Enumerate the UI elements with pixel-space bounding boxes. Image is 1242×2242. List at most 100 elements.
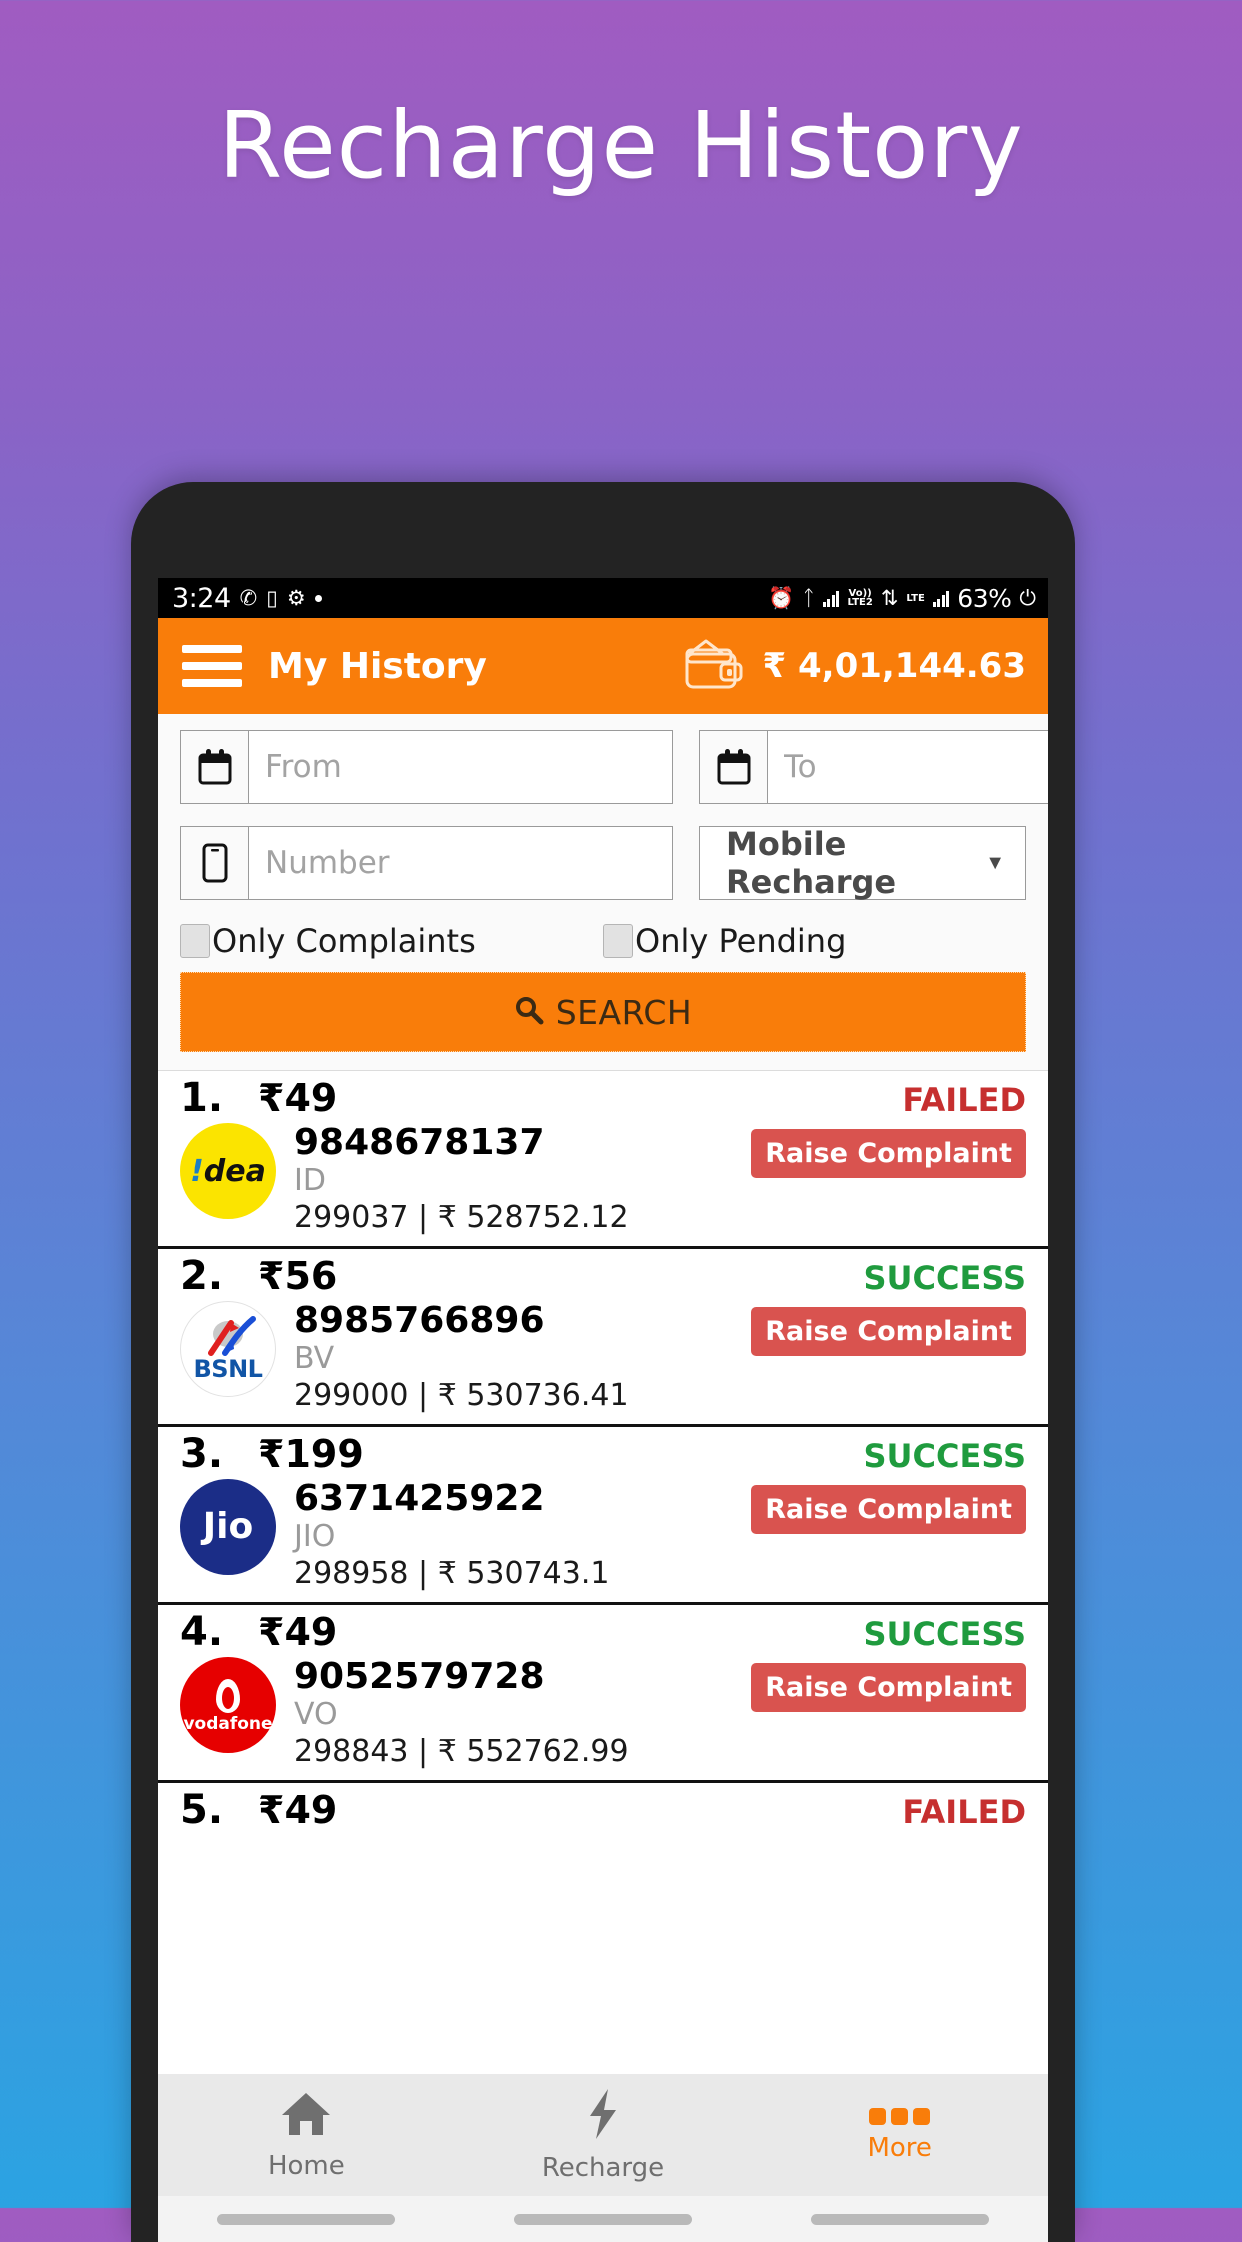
from-date-field[interactable] [180, 730, 673, 804]
row-index: 1. [180, 1075, 224, 1121]
wallet-icon [683, 638, 745, 695]
transaction-reference: 299037 | ₹ 528752.12 [294, 1199, 629, 1235]
alarm-icon: ⏰ [768, 585, 795, 610]
vodafone-logo-text: vodafone [183, 1714, 273, 1735]
nav-label-recharge: Recharge [541, 2152, 665, 2183]
home-icon [280, 2090, 332, 2143]
whatsapp-icon: ✆ [239, 585, 258, 610]
checkbox-box[interactable] [180, 924, 210, 958]
system-home-button[interactable] [455, 2213, 752, 2225]
wallet-balance-area[interactable]: ₹ 4,01,144.63 [683, 638, 1027, 695]
nav-item-more[interactable]: More [751, 2107, 1048, 2163]
status-bar-right: ⏰ ᛏ Vo)) LTE2 ⇅ LTE 63% ⏻ [768, 584, 1036, 613]
raise-complaint-button[interactable]: Raise Complaint [751, 1484, 1026, 1534]
checkbox-row: Only Complaints Only Pending [180, 922, 1026, 960]
date-filter-row [180, 730, 1048, 804]
transaction-body: ! dea 9848678137 ID 299037 | ₹ 528752.12 … [180, 1122, 1026, 1236]
status-badge: FAILED [902, 1081, 1026, 1119]
transaction-number: 6371425922 [294, 1477, 545, 1519]
table-row[interactable]: 4. ₹49 SUCCESS vodafone 9052579728 VO 29… [158, 1605, 1048, 1783]
transaction-info: 9848678137 ID 299037 | ₹ 528752.12 [294, 1122, 751, 1236]
number-field[interactable] [180, 826, 673, 900]
transaction-number: 9052579728 [294, 1655, 545, 1697]
transaction-amount: ₹49 [258, 1787, 338, 1832]
vodafone-logo: vodafone [180, 1656, 276, 1753]
do-not-disturb-icon: ⚙ [286, 585, 306, 610]
transaction-amount: ₹49 [258, 1609, 338, 1654]
data-arrows-icon: ⇅ [880, 585, 899, 610]
mobile-phone-icon [181, 827, 249, 899]
lte-icon: LTE [906, 593, 924, 603]
nav-label-more: More [867, 2132, 932, 2163]
filter-panel: Mobile Recharge ▼ Only Complaints Only P… [158, 714, 1048, 1071]
transaction-info: 8985766896 BV 299000 | ₹ 530736.41 [294, 1299, 751, 1414]
transaction-body: vodafone 9052579728 VO 298843 | ₹ 552762… [180, 1655, 1026, 1770]
transaction-body: Jio 6371425922 JIO 298958 | ₹ 530743.1 R… [180, 1477, 1026, 1592]
status-badge: FAILED [902, 1792, 1026, 1831]
battery-percent: 63% [957, 583, 1012, 613]
raise-complaint-button[interactable]: Raise Complaint [751, 1662, 1026, 1712]
system-back-button[interactable] [158, 2213, 455, 2225]
phone-device-frame: 3:24 ✆ ▯ ⚙ ⏰ ᛏ Vo)) LTE2 ⇅ LTE 63% ⏻ My … [131, 482, 1075, 2242]
service-type-select[interactable]: Mobile Recharge ▼ [699, 825, 1026, 901]
android-status-bar: 3:24 ✆ ▯ ⚙ ⏰ ᛏ Vo)) LTE2 ⇅ LTE 63% ⏻ [158, 578, 1048, 618]
signal-lte2-icon [822, 590, 840, 607]
number-input[interactable] [249, 827, 672, 899]
transaction-header: 2. ₹56 SUCCESS [180, 1253, 1026, 1299]
transaction-number: 8985766896 [294, 1299, 545, 1341]
system-navigation-bar [158, 2196, 1048, 2242]
transaction-header: 1. ₹49 FAILED [180, 1075, 1026, 1121]
from-date-input[interactable] [249, 731, 672, 803]
status-badge: SUCCESS [863, 1258, 1026, 1297]
bsnl-logo-text: BSNL [193, 1354, 263, 1383]
status-badge: SUCCESS [863, 1436, 1026, 1475]
status-badge: SUCCESS [863, 1614, 1026, 1653]
row-index: 2. [180, 1252, 224, 1299]
nav-label-home: Home [267, 2150, 345, 2181]
volte-icon: Vo)) LTE2 [847, 589, 873, 608]
lte2-label: LTE2 [847, 597, 873, 608]
dot-icon [314, 594, 322, 602]
table-row[interactable]: 5. ₹49 FAILED [158, 1783, 1048, 1843]
only-pending-checkbox[interactable]: Only Pending [603, 922, 1026, 960]
only-complaints-checkbox[interactable]: Only Complaints [180, 922, 603, 960]
vodafone-quote-mark [216, 1679, 240, 1714]
app-bar-title: My History [268, 645, 487, 687]
status-bar-left: 3:24 ✆ ▯ ⚙ [172, 583, 322, 614]
app-bar: My History ₹ 4,01,144.63 [158, 618, 1048, 714]
nav-item-home[interactable]: Home [158, 2090, 455, 2181]
search-button[interactable]: SEARCH [180, 972, 1026, 1052]
transaction-list[interactable]: 1. ₹49 FAILED ! dea 9848678137 ID 299037 … [158, 1071, 1048, 1843]
nav-item-recharge[interactable]: Recharge [455, 2088, 752, 2183]
calendar-icon [700, 731, 768, 803]
table-row[interactable]: 1. ₹49 FAILED ! dea 9848678137 ID 299037 … [158, 1071, 1048, 1249]
bottom-navigation: Home Recharge More [158, 2074, 1048, 2196]
service-type-value: Mobile Recharge [726, 825, 897, 901]
signal-icon [932, 590, 950, 607]
hamburger-menu-icon[interactable] [182, 645, 242, 687]
status-bar-clock: 3:24 [172, 582, 231, 614]
wallet-balance: ₹ 4,01,144.63 [762, 646, 1027, 686]
system-recents-button[interactable] [751, 2213, 1048, 2225]
only-pending-label: Only Pending [635, 922, 847, 960]
row-index: 5. [180, 1786, 224, 1833]
transaction-header: 5. ₹49 FAILED [180, 1787, 1026, 1833]
only-complaints-label: Only Complaints [212, 922, 476, 960]
battery-charging-icon: ⏻ [1019, 585, 1036, 610]
raise-complaint-button[interactable]: Raise Complaint [751, 1129, 1026, 1178]
to-date-input[interactable] [768, 731, 1048, 803]
checkbox-box[interactable] [603, 924, 633, 958]
more-dots-icon [869, 2107, 931, 2125]
transaction-reference: 298958 | ₹ 530743.1 [294, 1555, 610, 1591]
transaction-operator: ID [294, 1163, 326, 1199]
transaction-operator: BV [294, 1341, 335, 1377]
table-row[interactable]: 2. ₹56 SUCCESS BSNL 8985766896 BV 299000… [158, 1249, 1048, 1427]
page-title: Recharge History [218, 92, 1024, 199]
transaction-amount: ₹199 [258, 1431, 364, 1476]
raise-complaint-button[interactable]: Raise Complaint [751, 1306, 1026, 1356]
transaction-operator: JIO [294, 1519, 336, 1555]
table-row[interactable]: 3. ₹199 SUCCESS Jio 6371425922 JIO 29895… [158, 1427, 1048, 1605]
to-date-field[interactable] [699, 730, 1048, 804]
transaction-reference: 298843 | ₹ 552762.99 [294, 1733, 629, 1769]
calendar-icon [181, 731, 249, 803]
